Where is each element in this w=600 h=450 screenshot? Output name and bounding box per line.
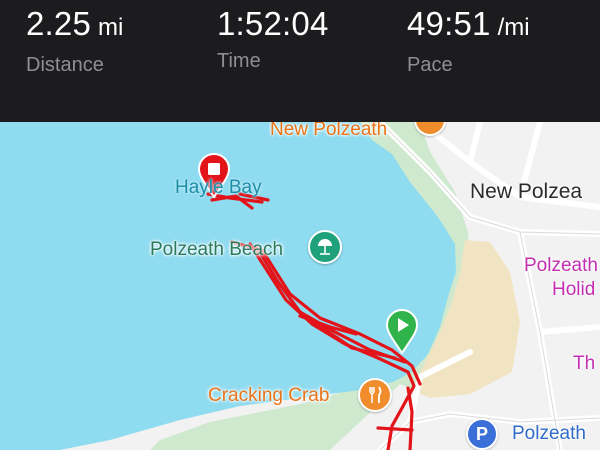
parking-poi-marker[interactable]: P bbox=[466, 418, 498, 450]
distance-unit: mi bbox=[98, 14, 124, 41]
umbrella-icon bbox=[318, 239, 332, 255]
pace-unit: /mi bbox=[497, 14, 530, 41]
route-map[interactable]: P New Polzeath New Polzea Hayle Bay Polz… bbox=[0, 122, 600, 450]
pace-value: 49:51 bbox=[407, 5, 491, 42]
label-cracking-crab[interactable]: Cracking Crab bbox=[208, 385, 329, 407]
start-pin[interactable] bbox=[384, 308, 420, 354]
parking-icon: P bbox=[475, 423, 488, 444]
distance-value: 2.25 bbox=[26, 5, 92, 42]
time-value: 1:52:04 bbox=[217, 5, 329, 42]
label-new-polzeath-poi[interactable]: New Polzeath bbox=[270, 122, 387, 141]
label-th-fragment[interactable]: Th bbox=[573, 353, 595, 375]
label-polzeath-holiday-1[interactable]: Polzeath bbox=[524, 255, 598, 277]
stop-icon bbox=[208, 163, 220, 175]
distance-label: Distance bbox=[26, 54, 104, 76]
pace-stat: 49:51 /mi Pace bbox=[407, 4, 530, 77]
pace-label: Pace bbox=[407, 54, 453, 76]
workout-stats-header: 2.25 mi Distance 1:52:04 Time 49:51 /mi … bbox=[0, 0, 600, 122]
fork-knife-icon bbox=[369, 386, 382, 403]
label-polzeath-beach[interactable]: Polzeath Beach bbox=[150, 239, 283, 261]
label-polzeath-parking[interactable]: Polzeath bbox=[512, 423, 586, 445]
label-new-polzeath-town: New Polzea bbox=[470, 180, 583, 203]
distance-stat: 2.25 mi Distance bbox=[26, 4, 123, 77]
islet bbox=[208, 434, 228, 446]
time-stat: 1:52:04 Time bbox=[217, 4, 329, 73]
restaurant-poi-marker[interactable] bbox=[358, 378, 392, 412]
label-polzeath-holiday-2[interactable]: Holid bbox=[552, 279, 595, 301]
beach-poi-marker[interactable] bbox=[308, 230, 342, 264]
label-hayle-bay: Hayle Bay bbox=[175, 177, 262, 198]
time-label: Time bbox=[217, 50, 261, 72]
